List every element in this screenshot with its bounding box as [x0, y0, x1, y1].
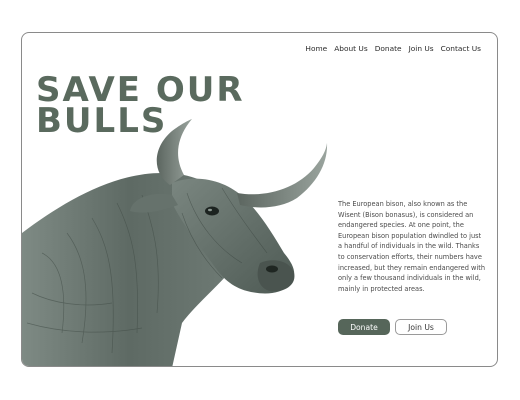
landing-card: Home About Us Donate Join Us Contact Us — [21, 32, 498, 367]
bull-image — [22, 119, 328, 366]
join-us-button[interactable]: Join Us — [395, 319, 447, 335]
nav-contact-us[interactable]: Contact Us — [441, 44, 481, 53]
headline-line-2: BULLS — [36, 101, 168, 141]
description-text: The European bison, also known as the Wi… — [338, 200, 486, 293]
donate-button[interactable]: Donate — [338, 319, 390, 335]
nav-about-us[interactable]: About Us — [334, 44, 367, 53]
nav-home[interactable]: Home — [305, 44, 327, 53]
page-title: SAVE OUR BULLS — [36, 73, 245, 138]
nav-donate[interactable]: Donate — [375, 44, 402, 53]
top-nav: Home About Us Donate Join Us Contact Us — [305, 44, 481, 53]
nav-join-us[interactable]: Join Us — [409, 44, 434, 53]
